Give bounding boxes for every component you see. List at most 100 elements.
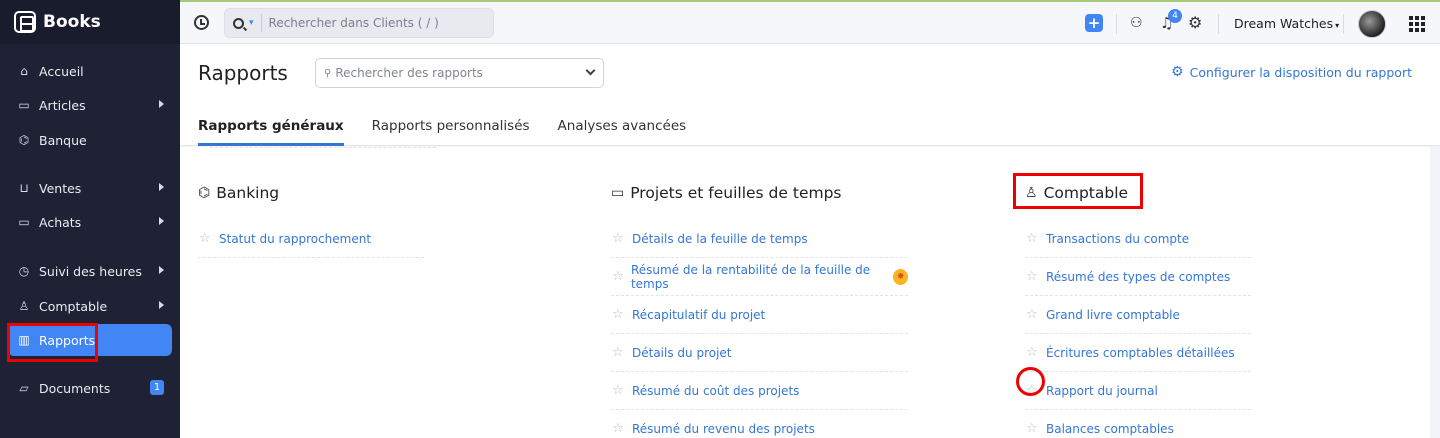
divider bbox=[210, 147, 436, 148]
sidebar-item-articles[interactable]: ▭ Articles bbox=[8, 89, 172, 121]
sidebar-item-accueil[interactable]: ⌂ Accueil bbox=[8, 55, 172, 87]
app-name: Books bbox=[43, 12, 101, 32]
bag-icon: ▭ bbox=[18, 215, 30, 229]
report-link[interactable]: Transactions du compte bbox=[1046, 232, 1189, 246]
page-header: Rapports ⚲ Rechercher des rapports ⚙ Con… bbox=[180, 44, 1440, 146]
report-item[interactable]: ☆ Détails du projet bbox=[611, 334, 908, 372]
search-icon bbox=[233, 17, 244, 29]
sidebar-item-label: Ventes bbox=[39, 180, 82, 196]
divider bbox=[1116, 14, 1117, 34]
sidebar-item-documents[interactable]: ▱ Documents 1 bbox=[8, 372, 172, 404]
divider bbox=[1218, 14, 1219, 34]
sidebar-item-suivi-des-heures[interactable]: ◷ Suivi des heures bbox=[8, 255, 172, 287]
report-item[interactable]: ☆ Récapitulatif du projet bbox=[611, 296, 908, 334]
star-icon[interactable]: ☆ bbox=[612, 383, 625, 398]
org-switcher[interactable]: Dream Watches ▾ bbox=[1234, 16, 1339, 31]
sidebar-item-label: Comptable bbox=[39, 298, 108, 314]
users-icon[interactable]: ⚇ bbox=[1130, 15, 1143, 31]
sidebar-item-label: Suivi des heures bbox=[39, 263, 142, 279]
sidebar-item-label: Articles bbox=[39, 97, 86, 113]
tab-analyses-avancees[interactable]: Analyses avancées bbox=[558, 118, 687, 146]
highlight-star-rapport-journal bbox=[1016, 367, 1045, 396]
sidebar-item-label: Achats bbox=[39, 214, 82, 230]
report-link[interactable]: Récapitulatif du projet bbox=[632, 308, 765, 322]
star-icon[interactable]: ☆ bbox=[1026, 231, 1039, 246]
chevron-down-icon[interactable]: ▾ bbox=[249, 18, 254, 28]
report-link[interactable]: Rapport du journal bbox=[1046, 384, 1158, 398]
section-title-label: Banking bbox=[216, 184, 280, 202]
star-icon[interactable]: ☆ bbox=[1026, 307, 1039, 322]
report-search[interactable]: ⚲ Rechercher des rapports bbox=[315, 58, 604, 88]
tab-rapports-generaux[interactable]: Rapports généraux bbox=[198, 118, 344, 146]
report-item[interactable]: ☆ Écritures comptables détaillées bbox=[1025, 334, 1251, 372]
report-link[interactable]: Balances comptables bbox=[1046, 422, 1174, 436]
chevron-down-icon[interactable] bbox=[585, 65, 596, 76]
configure-layout-link[interactable]: ⚙ Configurer la disposition du rapport bbox=[1171, 64, 1412, 80]
global-search[interactable]: ▾ Rechercher dans Clients ( / ) bbox=[224, 8, 494, 38]
home-icon: ⌂ bbox=[20, 64, 28, 78]
books-logo-icon bbox=[14, 11, 36, 33]
report-item[interactable]: ☆ Statut du rapprochement bbox=[198, 220, 424, 258]
report-link[interactable]: Résumé du revenu des projets bbox=[632, 422, 815, 436]
search-icon: ⚲ bbox=[324, 67, 332, 79]
search-input[interactable]: Rechercher dans Clients ( / ) bbox=[269, 16, 439, 30]
brand[interactable]: Books bbox=[0, 0, 180, 44]
report-link[interactable]: Résumé des types de comptes bbox=[1046, 270, 1230, 284]
report-list: ⌬ Banking ☆ Statut du rapprochement ▭ Pro… bbox=[180, 147, 1430, 438]
configure-layout-label: Configurer la disposition du rapport bbox=[1189, 64, 1412, 80]
sidebar-item-ventes[interactable]: ⊔ Ventes bbox=[8, 172, 172, 204]
report-link[interactable]: Résumé de la rentabilité de la feuille d… bbox=[631, 263, 889, 291]
star-icon[interactable]: ☆ bbox=[612, 269, 624, 284]
notification-badge: 4 bbox=[1168, 9, 1182, 23]
caret-right-icon bbox=[159, 217, 164, 225]
quick-create-button[interactable]: + bbox=[1085, 14, 1103, 32]
star-icon[interactable]: ☆ bbox=[612, 421, 625, 436]
sidebar-item-comptable[interactable]: ♙ Comptable bbox=[8, 290, 172, 322]
apps-grid-icon[interactable] bbox=[1409, 16, 1425, 32]
gear-icon[interactable]: ⚙ bbox=[1188, 13, 1202, 32]
star-icon[interactable]: ☆ bbox=[1026, 421, 1039, 436]
report-item[interactable]: ☆ Balances comptables bbox=[1025, 410, 1251, 438]
highlight-rapports bbox=[7, 323, 98, 362]
sidebar-item-label: Documents bbox=[39, 380, 111, 396]
star-icon[interactable]: ☆ bbox=[612, 345, 625, 360]
star-icon[interactable]: ☆ bbox=[612, 307, 625, 322]
report-item[interactable]: ☆ Détails de la feuille de temps bbox=[611, 220, 908, 258]
caret-right-icon bbox=[159, 301, 164, 309]
report-item[interactable]: ☆ Résumé des types de comptes bbox=[1025, 258, 1251, 296]
star-icon[interactable]: ☆ bbox=[1026, 345, 1039, 360]
report-item[interactable]: ☆ Transactions du compte bbox=[1025, 220, 1251, 258]
report-item[interactable]: ☆ Grand livre comptable bbox=[1025, 296, 1251, 334]
star-icon[interactable]: ☆ bbox=[1026, 269, 1039, 284]
folder-icon: ▱ bbox=[19, 381, 29, 395]
sidebar-item-label: Accueil bbox=[39, 63, 84, 79]
divider bbox=[260, 14, 262, 32]
section-title: ⌬ Banking bbox=[198, 183, 424, 203]
report-link[interactable]: Grand livre comptable bbox=[1046, 308, 1180, 322]
report-search-input[interactable]: Rechercher des rapports bbox=[335, 66, 483, 80]
sidebar-item-achats[interactable]: ▭ Achats bbox=[8, 206, 172, 238]
timer-icon: ◷ bbox=[18, 264, 30, 278]
report-item[interactable]: ☆ Résumé du revenu des projets bbox=[611, 410, 908, 438]
report-link[interactable]: Écritures comptables détaillées bbox=[1046, 346, 1235, 360]
caret-right-icon bbox=[159, 100, 164, 108]
report-link[interactable]: Statut du rapprochement bbox=[219, 232, 371, 246]
history-icon[interactable] bbox=[194, 15, 209, 30]
sidebar-item-label: Banque bbox=[39, 132, 87, 148]
avatar[interactable] bbox=[1358, 10, 1386, 38]
report-item[interactable]: ☆ Résumé de la rentabilité de la feuille … bbox=[611, 258, 908, 296]
report-link[interactable]: Détails de la feuille de temps bbox=[632, 232, 808, 246]
tab-rapports-personnalises[interactable]: Rapports personnalisés bbox=[372, 118, 530, 146]
report-item[interactable]: ☆ Résumé du coût des projets bbox=[611, 372, 908, 410]
report-link[interactable]: Détails du projet bbox=[632, 346, 732, 360]
highlight-comptable-title bbox=[1013, 173, 1143, 209]
topbar: ▾ Rechercher dans Clients ( / ) + ⚇ ♫ 4 … bbox=[180, 0, 1440, 44]
sidebar-item-banque[interactable]: ⌬ Banque bbox=[8, 124, 172, 156]
caret-right-icon bbox=[159, 266, 164, 274]
chevron-down-icon: ▾ bbox=[1335, 21, 1340, 30]
star-icon[interactable]: ☆ bbox=[612, 231, 625, 246]
section-banking: ⌬ Banking ☆ Statut du rapprochement bbox=[198, 183, 424, 258]
report-link[interactable]: Résumé du coût des projets bbox=[632, 384, 799, 398]
star-icon[interactable]: ☆ bbox=[199, 231, 212, 246]
report-item[interactable]: ☆ Rapport du journal bbox=[1025, 372, 1251, 410]
